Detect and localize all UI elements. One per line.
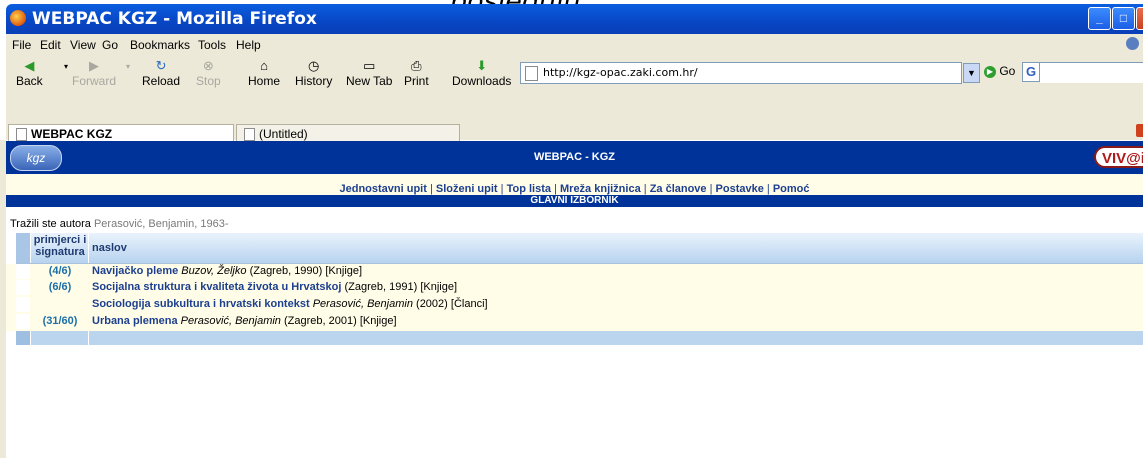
stop-label: Stop	[196, 74, 221, 88]
tab-strip: WEBPAC KGZ (Untitled)	[6, 102, 1143, 144]
banner-title: WEBPAC - KGZ	[533, 151, 616, 163]
go-arrow-icon: ▶	[984, 65, 996, 78]
history-button[interactable]: ◷ History	[295, 58, 332, 88]
section-title: GLAVNI IZBORNIK	[6, 195, 1143, 207]
reload-label: Reload	[142, 74, 181, 88]
results-table-header: primjerci i signatura naslov	[16, 233, 1143, 264]
forward-arrow-icon: ▶	[89, 58, 99, 73]
viv-logo[interactable]: VIV@info	[1094, 146, 1143, 168]
site-banner: kgz WEBPAC - KGZ VIV@info	[6, 141, 1143, 174]
result-details: (Zagreb, 1991) [Knjige]	[344, 281, 458, 293]
forward-dropdown[interactable]: ▾	[126, 58, 130, 72]
result-details: (Zagreb, 1990) [Knjige]	[249, 265, 363, 277]
table-row: (4/6) Navijačko pleme Buzov, Željko (Zag…	[16, 264, 1143, 279]
back-button[interactable]: ◀ Back	[16, 58, 43, 88]
result-title[interactable]: Sociologija subkultura i hrvatski kontek…	[92, 298, 310, 310]
copies-count[interactable]: (6/6)	[32, 281, 88, 293]
search-input[interactable]	[1040, 62, 1143, 83]
menu-bar: File Edit View Go Bookmarks Tools Help	[6, 34, 1143, 56]
table-row: (6/6) Socijalna struktura i kvaliteta ži…	[16, 280, 1143, 295]
nav-slozeni-upit[interactable]: Složeni upit	[436, 183, 498, 195]
tab-page-icon	[244, 128, 255, 141]
downloads-icon: ⬇	[476, 58, 488, 73]
minimize-button[interactable]: _	[1088, 7, 1111, 30]
address-text: http://kgz-opac.zaki.com.hr/	[543, 66, 698, 79]
main-nav: Jednostavni upit | Složeni upit | Top li…	[339, 183, 810, 195]
nav-postavke[interactable]: Postavke	[716, 183, 764, 195]
close-tab-icon[interactable]	[1136, 124, 1143, 137]
menu-tools[interactable]: Tools	[198, 38, 226, 52]
home-icon: ⌂	[260, 58, 268, 73]
downloads-button[interactable]: ⬇ Downloads	[452, 58, 511, 88]
nav-pomoc[interactable]: Pomoć	[773, 183, 810, 195]
result-title[interactable]: Urbana plemena	[92, 315, 178, 327]
print-label: Print	[404, 74, 429, 88]
back-dropdown[interactable]: ▾	[64, 58, 68, 72]
firefox-logo-icon	[10, 10, 26, 26]
back-arrow-icon: ◀	[24, 58, 35, 73]
history-label: History	[295, 74, 333, 88]
reload-icon: ↻	[155, 58, 167, 73]
result-details: (Zagreb, 2001) [Knjige]	[284, 315, 397, 327]
result-title[interactable]: Socijalna struktura i kvaliteta života u…	[92, 281, 341, 293]
copies-count[interactable]: (31/60)	[32, 315, 88, 327]
result-details: (2002) [Članci]	[416, 298, 488, 310]
result-author: Perasović, Benjamin	[312, 298, 413, 310]
results-table-footer	[16, 331, 1143, 345]
print-button[interactable]: ⎙ Print	[404, 58, 429, 88]
maximize-button[interactable]: □	[1112, 7, 1135, 30]
stop-icon: ⊗	[202, 58, 214, 73]
forward-label: Forward	[72, 74, 117, 88]
tab-label: WEBPAC KGZ	[31, 127, 113, 141]
tab-page-icon	[16, 128, 27, 141]
table-row: (31/60) Urbana plemena Perasović, Benjam…	[16, 314, 1143, 329]
nav-mreza-knjiznica[interactable]: Mreža knjižnica	[560, 183, 641, 195]
copies-count[interactable]: (4/6)	[32, 265, 88, 277]
menu-file[interactable]: File	[12, 38, 31, 52]
result-author: Perasović, Benjamin	[180, 315, 281, 327]
new-tab-label: New Tab	[346, 74, 393, 88]
new-tab-button[interactable]: ▭ New Tab	[346, 58, 392, 88]
page-icon	[525, 66, 538, 81]
stop-button[interactable]: ⊗ Stop	[196, 58, 221, 88]
downloads-label: Downloads	[452, 74, 512, 88]
window-titlebar: WEBPAC KGZ - Mozilla Firefox _ □ ✕	[6, 4, 1143, 34]
column-header-copies: primjerci i signatura	[33, 234, 87, 258]
header-spacer	[16, 233, 30, 263]
address-bar[interactable]: http://kgz-opac.zaki.com.hr/	[520, 62, 962, 84]
menu-help[interactable]: Help	[236, 38, 261, 52]
throbber-icon	[1126, 37, 1139, 50]
search-prefix: Tražili ste autora	[10, 218, 91, 230]
address-dropdown-button[interactable]: ▼	[963, 63, 980, 83]
result-title[interactable]: Navijačko pleme	[92, 265, 178, 277]
go-label: Go	[999, 64, 1016, 78]
nav-top-lista[interactable]: Top lista	[507, 183, 551, 195]
home-label: Home	[248, 74, 281, 88]
history-icon: ◷	[308, 58, 320, 73]
home-button[interactable]: ⌂ Home	[248, 58, 280, 88]
close-window-button[interactable]: ✕	[1136, 7, 1143, 30]
menu-go[interactable]: Go	[102, 38, 118, 52]
tab-label: (Untitled)	[259, 127, 308, 141]
forward-button[interactable]: ▶ Forward	[72, 58, 116, 88]
reload-button[interactable]: ↻ Reload	[142, 58, 180, 88]
search-summary: Tražili ste autora Perasović, Benjamin, …	[10, 218, 228, 230]
go-button[interactable]: ▶ Go	[984, 64, 1015, 78]
result-author: Buzov, Željko	[181, 265, 247, 277]
window-title: WEBPAC KGZ - Mozilla Firefox	[32, 9, 317, 29]
search-author: Perasović, Benjamin, 1963-	[93, 218, 229, 230]
menu-view[interactable]: View	[70, 38, 96, 52]
google-search-icon[interactable]: G	[1022, 62, 1040, 82]
menu-edit[interactable]: Edit	[40, 38, 61, 52]
menu-bookmarks[interactable]: Bookmarks	[130, 38, 190, 52]
back-label: Back	[16, 74, 43, 88]
nav-jednostavni-upit[interactable]: Jednostavni upit	[339, 183, 426, 195]
table-row: Sociologija subkultura i hrvatski kontek…	[16, 297, 1143, 312]
column-header-title: naslov	[92, 242, 127, 254]
nav-za-clanove[interactable]: Za članove	[650, 183, 707, 195]
print-icon: ⎙	[411, 58, 422, 73]
new-tab-icon: ▭	[363, 58, 376, 73]
